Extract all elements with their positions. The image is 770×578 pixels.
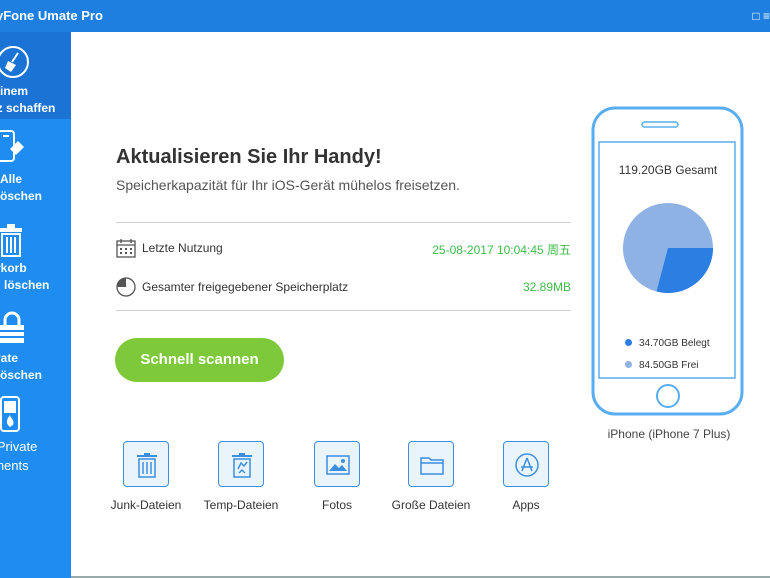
last-use-value: 25-08-2017 10:04:45 周五 [432,243,571,257]
app-store-icon [515,453,539,477]
category-junk-files[interactable]: Junk-Dateien [96,441,196,512]
quick-scan-button[interactable]: Schnell scannen [115,338,284,382]
legend-used-label: 34.70GB Belegt [639,338,710,349]
category-large-files[interactable]: Große Dateien [381,441,481,512]
freed-space-value: 32.89MB [522,280,571,294]
sidebar-item-label: ierkorb [0,261,27,275]
sidebar-item-label: e Private [0,439,38,454]
sidebar-item-private-fragments[interactable]: e Private gments [0,385,71,475]
category-icon-box[interactable] [503,441,549,487]
menu-icon[interactable]: ≡ [763,9,770,23]
trash-icon [0,224,22,257]
sidebar-item-label: Alle [0,172,23,186]
sidebar-item-label: gments [0,458,29,473]
page-subtitle: Speicherkapazität für Ihr iOS-Gerät mühe… [116,177,460,193]
app-title: yFone Umate Pro [0,8,103,23]
category-label: Fotos [321,498,352,512]
storage-pie-chart [623,203,713,293]
sidebar-item-label: atz schaffen [0,101,56,115]
sidebar-item-trash[interactable]: ierkorb tig löschen [0,208,71,296]
legend-used: 34.70GB Belegt [625,338,710,349]
freed-space-label: Gesamter freigegebener Speicherplatz [142,280,349,294]
photo-icon [326,455,350,475]
phone-eraser-icon [0,130,24,162]
category-icon-box[interactable] [408,441,454,487]
device-name: iPhone (iPhone 7 Plus) [607,427,731,441]
category-icon-box[interactable] [218,441,264,487]
trash-icon [137,453,157,478]
category-icon-box[interactable] [314,441,360,487]
sidebar-item-erase-all[interactable]: Alle n löschen [0,120,71,207]
lock-icon [0,311,24,343]
sidebar-item-free-space[interactable]: : einem atz schaffen [0,32,71,119]
pie-chart-icon [116,277,136,297]
calendar-icon [116,239,136,258]
category-apps[interactable]: Apps [476,441,576,512]
category-icon-box[interactable] [123,441,169,487]
sidebar-item-label: n löschen [0,368,43,382]
freed-space-row: Gesamter freigegebener Speicherplatz 32.… [116,277,571,297]
category-photos[interactable]: Fotos [287,441,387,512]
divider [116,222,571,223]
sidebar-item-label: : einem [0,84,29,98]
broom-icon [0,46,29,78]
sidebar-item-private-data[interactable]: rivate n löschen [0,297,71,384]
last-use-label: Letzte Nutzung [142,241,223,255]
category-label: Große Dateien [391,498,471,512]
category-label: Junk-Dateien [110,498,182,512]
legend-free-label: 84.50GB Frei [639,360,699,371]
legend-free-dot [625,361,632,368]
sidebar-item-label: tig löschen [0,278,50,292]
category-label: Temp-Dateien [203,498,279,512]
category-label: Apps [512,498,540,512]
legend-free: 84.50GB Frei [625,360,698,371]
sidebar-item-label: n löschen [0,189,43,203]
feedback-icon[interactable]: □ [752,9,759,23]
phone-fire-icon [0,396,20,432]
sidebar: : einem atz schaffen Alle n löschen ierk… [0,32,71,578]
folder-icon [420,457,444,475]
temp-file-trash-icon [232,453,252,478]
sidebar-item-label: rivate [0,351,19,365]
page-title: Aktualisieren Sie Ihr Handy! [116,146,382,168]
window-controls: □ ≡ [752,9,770,23]
divider [116,310,571,311]
last-use-row: Letzte Nutzung 25-08-2017 10:04:45 周五 [116,238,571,258]
category-temp-files[interactable]: Temp-Dateien [191,441,291,512]
device-total-storage: 119.20GB Gesamt [618,163,718,177]
legend-used-dot [625,339,632,346]
title-bar: yFone Umate Pro □ ≡ [0,0,770,32]
